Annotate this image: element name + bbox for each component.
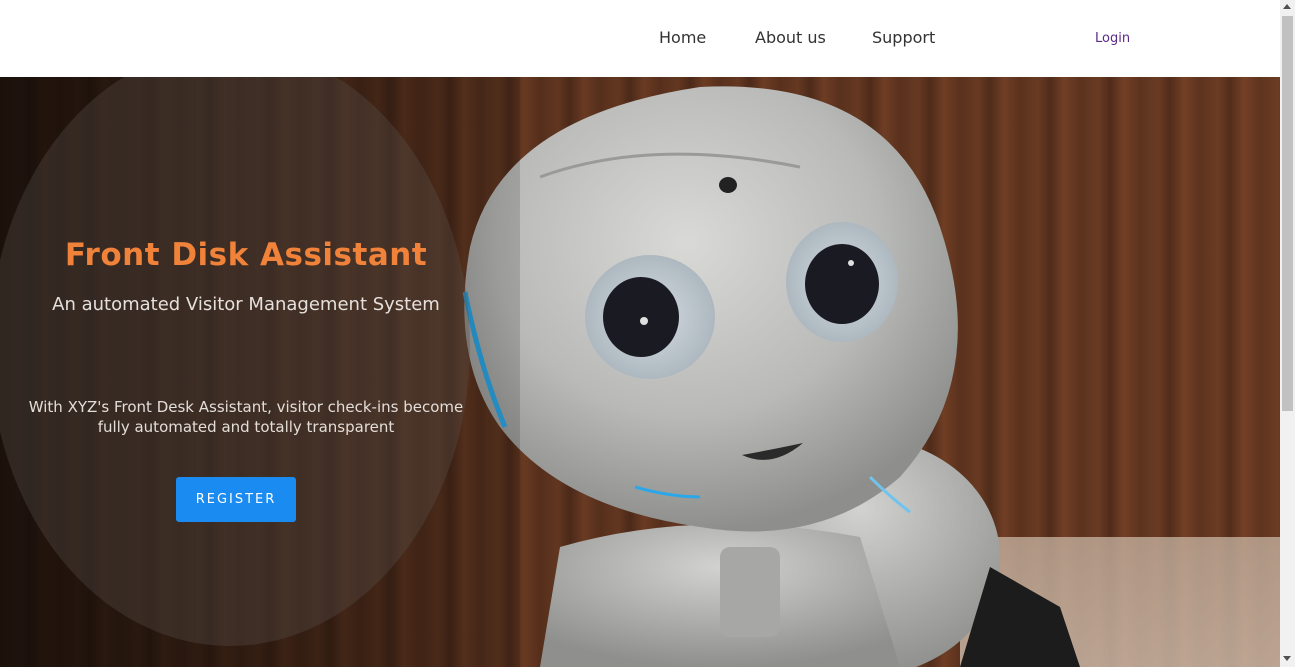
login-link[interactable]: Login [1095,31,1130,46]
vertical-scrollbar[interactable] [1280,0,1295,667]
scroll-up-icon[interactable] [1283,4,1291,9]
page: Home About us Support Login Front Disk A… [0,0,1295,667]
nav-home-link[interactable]: Home [659,28,706,47]
hero-overlay-circle [0,46,470,646]
scroll-down-icon[interactable] [1283,656,1291,661]
register-button[interactable]: REGISTER [176,477,296,522]
nav-support-link[interactable]: Support [872,28,935,47]
hero-description: With XYZ's Front Desk Assistant, visitor… [28,398,464,436]
hero-title: Front Disk Assistant [64,237,428,273]
nav-about-link[interactable]: About us [755,28,826,47]
hero-subtitle: An automated Visitor Management System [52,294,440,315]
scroll-thumb[interactable] [1282,16,1293,411]
top-navbar: Home About us Support Login [0,0,1280,77]
